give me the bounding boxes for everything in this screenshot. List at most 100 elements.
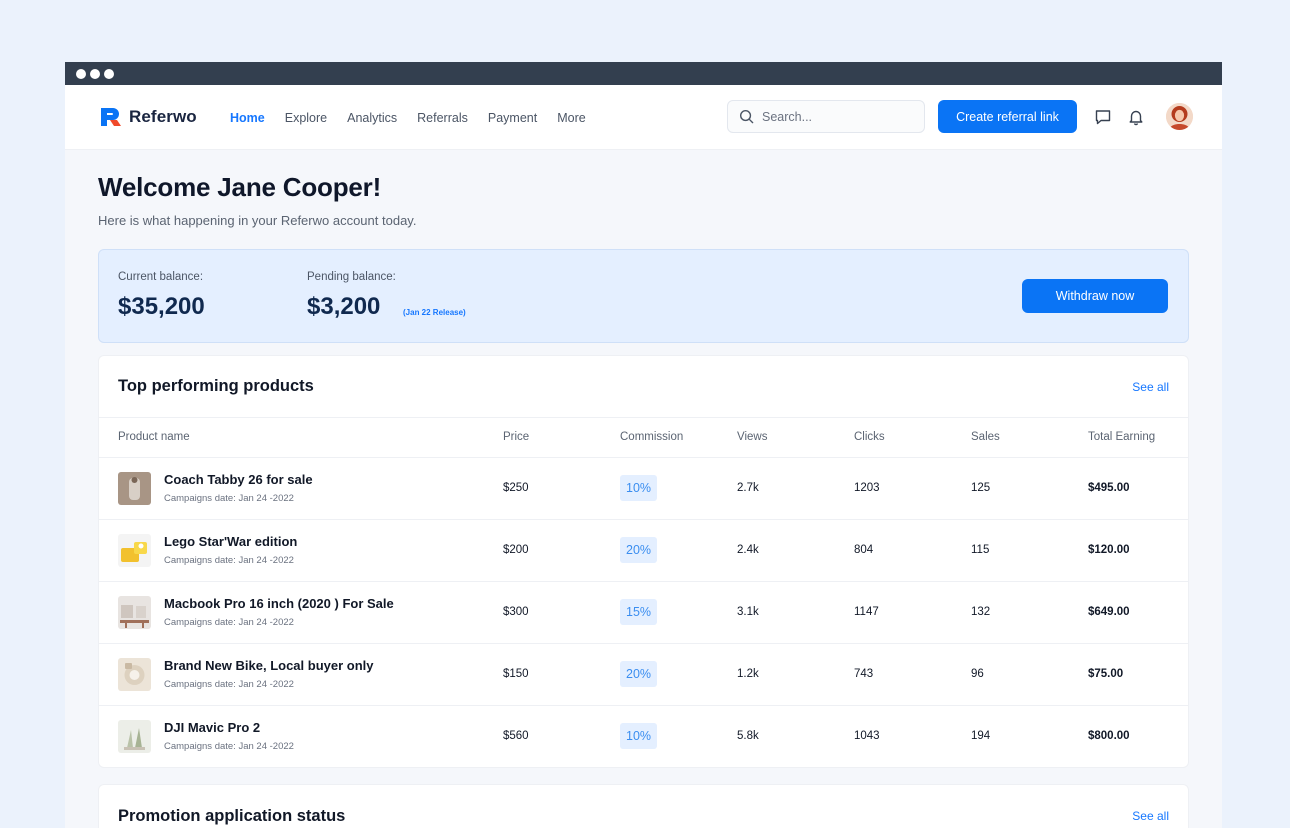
sales-cell: 125 [971, 457, 1088, 520]
clicks-cell: 1043 [854, 730, 880, 743]
nav-item-more[interactable]: More [557, 111, 585, 125]
earning-cell: $75.00 [1088, 643, 1188, 706]
sales-cell: 194 [971, 730, 991, 743]
views-cell: 2.4k [737, 519, 854, 582]
sales-cell: 96 [971, 643, 1088, 706]
commission-cell: 10% [620, 457, 737, 520]
current-balance-label: Current balance: [118, 271, 204, 283]
product-text: Lego Star'War edition Campaigns date: Ja… [164, 534, 297, 566]
product-info: Coach Tabby 26 for sale Campaigns date: … [118, 471, 503, 505]
search-box[interactable] [727, 100, 925, 133]
see-all-link[interactable]: See all [1132, 809, 1169, 823]
product-cell: DJI Mavic Pro 2 Campaigns date: Jan 24 -… [99, 705, 503, 767]
commission-badge: 20% [620, 661, 658, 687]
earning-cell: $120.00 [1088, 519, 1188, 582]
product-cell: Macbook Pro 16 inch (2020 ) For Sale Cam… [99, 581, 503, 644]
nav-item-home[interactable]: Home [230, 111, 265, 125]
column-header[interactable]: Price [503, 418, 620, 458]
search-icon [739, 109, 754, 124]
product-cell: Lego Star'War edition Campaigns date: Ja… [99, 519, 503, 582]
bell-icon[interactable] [1126, 107, 1146, 127]
clicks-cell: 1147 [854, 581, 971, 644]
avatar[interactable] [1166, 103, 1193, 130]
panel-title: Promotion application status [118, 806, 346, 825]
price-cell: $200 [503, 519, 620, 582]
table-row[interactable]: Brand New Bike, Local buyer only Campaig… [99, 643, 1188, 706]
earning-cell: $495.00 [1088, 457, 1188, 520]
product-thumbnail[interactable] [118, 657, 151, 691]
product-info: Macbook Pro 16 inch (2020 ) For Sale Cam… [118, 595, 503, 629]
pending-balance-label: Pending balance: [307, 271, 396, 283]
product-name[interactable]: Brand New Bike, Local buyer only [164, 658, 374, 673]
product-info: Lego Star'War edition Campaigns date: Ja… [118, 533, 503, 567]
product-name[interactable]: Coach Tabby 26 for sale [164, 472, 313, 487]
earning-cell: $800.00 [1088, 730, 1130, 743]
product-text: DJI Mavic Pro 2 Campaigns date: Jan 24 -… [164, 720, 294, 752]
product-name[interactable]: DJI Mavic Pro 2 [164, 720, 294, 735]
campaign-date: Campaigns date: Jan 24 -2022 [164, 617, 294, 628]
column-header[interactable]: Product name [99, 418, 503, 458]
column-header[interactable]: Sales [971, 418, 1088, 458]
column-header[interactable]: Total Earning [1088, 418, 1188, 458]
campaign-date: Campaigns date: Jan 24 -2022 [164, 555, 294, 566]
column-header[interactable]: Views [737, 418, 854, 458]
nav-item-referrals[interactable]: Referrals [417, 111, 468, 125]
views-cell: 3.1k [737, 581, 854, 644]
table-row[interactable]: Coach Tabby 26 for sale Campaigns date: … [99, 457, 1188, 520]
nav-item-explore[interactable]: Explore [285, 111, 327, 125]
product-text: Coach Tabby 26 for sale Campaigns date: … [164, 472, 313, 504]
product-thumbnail[interactable] [118, 471, 151, 505]
product-thumbnail[interactable] [118, 595, 151, 629]
main-nav: Home Explore Analytics Referrals Payment… [230, 85, 586, 150]
product-info: Brand New Bike, Local buyer only Campaig… [118, 657, 503, 691]
nav-item-analytics[interactable]: Analytics [347, 111, 397, 125]
window-dot[interactable] [90, 68, 100, 79]
table-row[interactable]: Macbook Pro 16 inch (2020 ) For Sale Cam… [99, 581, 1188, 644]
product-info: DJI Mavic Pro 2 Campaigns date: Jan 24 -… [118, 719, 503, 753]
balance-card: Current balance: $35,200 Pending balance… [98, 249, 1189, 343]
logo-icon [101, 108, 121, 126]
window-dot[interactable] [104, 68, 114, 79]
search-input[interactable] [762, 109, 912, 124]
table-row[interactable]: Lego Star'War edition Campaigns date: Ja… [99, 519, 1188, 582]
window-dot[interactable] [76, 68, 86, 79]
window-titlebar [65, 62, 1222, 85]
table-row[interactable]: DJI Mavic Pro 2 Campaigns date: Jan 24 -… [99, 705, 1188, 767]
top-navbar: Referwo Home Explore Analytics Referrals… [65, 85, 1222, 150]
product-text: Brand New Bike, Local buyer only Campaig… [164, 658, 374, 690]
see-all-link[interactable]: See all [1132, 380, 1169, 394]
nav-item-payment[interactable]: Payment [488, 111, 537, 125]
top-products-panel: Top performing products See all Product … [98, 355, 1189, 768]
views-cell: 1.2k [737, 643, 854, 706]
product-cell: Coach Tabby 26 for sale Campaigns date: … [99, 457, 503, 520]
campaign-date: Campaigns date: Jan 24 -2022 [164, 741, 294, 753]
create-referral-link-button[interactable]: Create referral link [938, 100, 1077, 133]
column-header[interactable]: Clicks [854, 418, 971, 458]
commission-cell: 15% [620, 581, 737, 644]
pending-balance-value: $3,200 [307, 293, 381, 320]
message-icon[interactable] [1093, 107, 1113, 127]
panel-header: Promotion application status See all [99, 785, 1188, 828]
product-name[interactable]: Lego Star'War edition [164, 534, 297, 549]
commission-badge: 15% [620, 599, 658, 625]
clicks-cell: 1203 [854, 457, 971, 520]
product-thumbnail[interactable] [118, 533, 151, 567]
pending-release-note: (Jan 22 Release) [403, 308, 466, 317]
product-name[interactable]: Macbook Pro 16 inch (2020 ) For Sale [164, 596, 394, 611]
product-thumbnail[interactable] [118, 719, 151, 753]
logo[interactable]: Referwo [101, 107, 197, 127]
column-header[interactable]: Commission [620, 418, 737, 458]
clicks-cell: 804 [854, 519, 971, 582]
withdraw-now-button[interactable]: Withdraw now [1022, 279, 1168, 313]
price-cell: $300 [503, 581, 620, 644]
commission-cell: 10% [620, 705, 737, 767]
commission-cell: 20% [620, 643, 737, 706]
clicks-cell: 743 [854, 643, 971, 706]
commission-badge: 20% [620, 537, 658, 563]
panel-title: Top performing products [118, 377, 314, 395]
views-cell: 2.7k [737, 457, 854, 520]
logo-text: Referwo [129, 107, 197, 126]
page-subtitle: Here is what happening in your Referwo a… [98, 213, 417, 228]
price-cell: $150 [503, 643, 620, 706]
product-cell: Brand New Bike, Local buyer only Campaig… [99, 643, 503, 706]
